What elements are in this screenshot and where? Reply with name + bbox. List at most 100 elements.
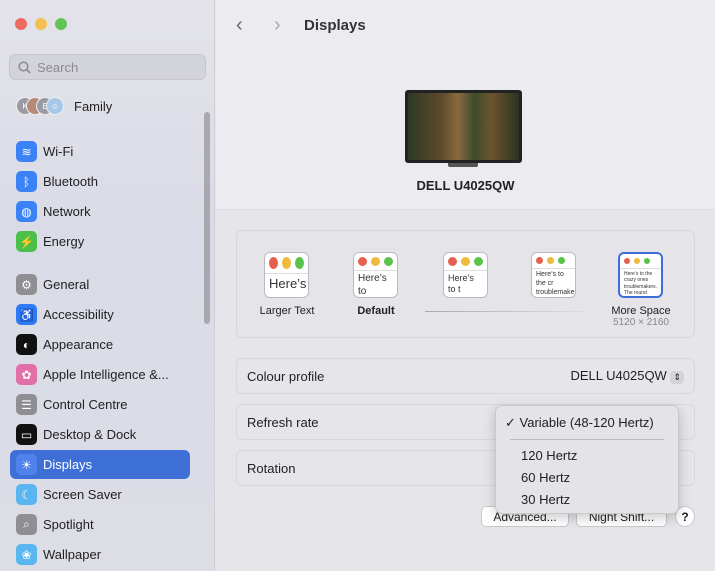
dock-icon: ▭ (16, 424, 37, 445)
sidebar-item-label: Appearance (43, 337, 114, 352)
window-controls (15, 18, 67, 30)
close-button[interactable] (15, 18, 27, 30)
resolution-label: Larger Text (242, 305, 332, 317)
apple-intelligence-icon: ✿ (16, 364, 37, 385)
gear-icon: ⚙ (16, 274, 37, 295)
page-title: Displays (304, 17, 366, 34)
sample-text: Here’s to the crazy ones troublemakers. … (624, 271, 658, 296)
menu-item-selected[interactable]: ✓ Variable (48-120 Hertz) (505, 415, 654, 431)
header-area: ‹ › Displays DELL U4025QW (216, 0, 715, 210)
colour-profile-row[interactable]: Colour profile DELL U4025QW ⇕ (236, 358, 695, 394)
screen-saver-icon: ☾ (16, 484, 37, 505)
sidebar-item-label: Spotlight (43, 517, 94, 532)
search-placeholder: Search (37, 59, 79, 75)
control-centre-icon: ☰ (16, 394, 37, 415)
rotation-label: Rotation (247, 460, 296, 476)
resolution-slider-track[interactable] (425, 311, 585, 312)
sidebar-item-screen-saver[interactable]: ☾ Screen Saver (10, 480, 190, 509)
sidebar-item-displays[interactable]: ☀ Displays (10, 450, 190, 479)
monitor-image[interactable] (405, 90, 522, 163)
menu-item[interactable]: 60 Hertz (521, 470, 570, 485)
resolution-label: Default (331, 305, 421, 317)
sample-text: Here’s to t troublema ones who (448, 273, 487, 297)
forward-button[interactable]: › (274, 14, 281, 37)
sample-text: Here’s to troublem (358, 273, 387, 297)
sidebar-item-label: Displays (43, 457, 93, 472)
sidebar-item-spotlight[interactable]: ⌕ Spotlight (10, 510, 190, 539)
resolution-label-text: Larger Text (259, 305, 315, 317)
sidebar-item-label: Control Centre (43, 397, 128, 412)
globe-icon: ◍ (16, 201, 37, 222)
sidebar-item-label: Wallpaper (43, 547, 102, 562)
sidebar: Search K E ☺ Family ≋ Wi-Fi ᛒ Bluetooth ◍ Net… (0, 0, 215, 571)
sidebar-item-label: Wi-Fi (43, 144, 74, 159)
accessibility-icon: ♿ (16, 304, 37, 325)
sample-text: Here’s to the cr troublemakers. ones who… (536, 271, 575, 296)
wifi-icon: ≋ (16, 141, 37, 162)
menu-divider (510, 439, 664, 440)
avatar: ☺ (46, 97, 64, 115)
sidebar-item-bluetooth[interactable]: ᛒ Bluetooth (10, 167, 190, 196)
sidebar-item-label: Screen Saver (43, 487, 122, 502)
sidebar-item-family[interactable]: K E ☺ Family (16, 97, 112, 115)
sidebar-item-control-centre[interactable]: ☰ Control Centre (10, 390, 190, 419)
resolution-size: 5120 × 2160 (613, 317, 669, 328)
sidebar-item-energy[interactable]: ⚡ Energy (10, 227, 190, 256)
magnifier-icon: ⌕ (16, 514, 37, 535)
colour-profile-value: DELL U4025QW (570, 368, 667, 383)
colour-profile-select[interactable]: DELL U4025QW ⇕ (570, 368, 684, 384)
sample-text: Here’s (269, 276, 307, 291)
bluetooth-icon: ᛒ (16, 171, 37, 192)
sidebar-item-desktop-dock[interactable]: ▭ Desktop & Dock (10, 420, 190, 449)
minimize-button[interactable] (35, 18, 47, 30)
menu-item[interactable]: 120 Hertz (521, 448, 577, 463)
sidebar-item-wi-fi[interactable]: ≋ Wi-Fi (10, 137, 190, 166)
sidebar-item-label: Bluetooth (43, 174, 98, 189)
menu-item[interactable]: 30 Hertz (521, 492, 570, 507)
resolution-option[interactable]: Here’s to t troublema ones who (443, 252, 488, 298)
chevron-updown-icon: ⇕ (670, 371, 684, 384)
sidebar-item-label: Network (43, 204, 91, 219)
window-dots (265, 253, 308, 274)
colour-profile-label: Colour profile (247, 368, 325, 384)
sidebar-item-accessibility[interactable]: ♿ Accessibility (10, 300, 190, 329)
resolution-label-text: More Space (611, 305, 671, 317)
monitor-stand (448, 163, 478, 167)
resolution-option[interactable]: Here’s to the cr troublemakers. ones who… (531, 252, 576, 298)
window-dots (532, 253, 575, 269)
resolution-label-text: Default (357, 305, 395, 317)
sidebar-item-wallpaper[interactable]: ❀ Wallpaper (10, 540, 190, 569)
sidebar-item-apple-intelligence[interactable]: ✿ Apple Intelligence &... (10, 360, 190, 389)
search-input[interactable]: Search (9, 54, 206, 80)
refresh-rate-label: Refresh rate (247, 414, 319, 430)
resolution-picker: Here’s Larger Text Here’s to troublem Defau… (236, 230, 695, 338)
sidebar-item-label: Apple Intelligence &... (43, 367, 169, 382)
window-dots (620, 254, 661, 269)
sun-icon: ☀ (16, 454, 37, 475)
sidebar-item-label: Accessibility (43, 307, 114, 322)
selected-option-label: Variable (48-120 Hertz) (519, 415, 654, 430)
family-label: Family (74, 98, 113, 114)
refresh-rate-menu: ✓ Variable (48-120 Hertz) 120 Hertz 60 H… (495, 405, 679, 514)
sidebar-item-appearance[interactable]: ◐ Appearance (10, 330, 190, 359)
search-icon (18, 60, 31, 74)
zoom-button[interactable] (55, 18, 67, 30)
sidebar-item-general[interactable]: ⚙ General (10, 270, 190, 299)
checkmark-icon: ✓ (505, 415, 516, 430)
sidebar-item-label: General (43, 277, 90, 292)
window-dots (354, 253, 397, 271)
sidebar-scrollbar[interactable] (204, 112, 210, 324)
resolution-option[interactable]: Here’s (264, 252, 309, 298)
resolution-label: More Space 5120 × 2160 (596, 305, 686, 328)
sidebar-item-label: Energy (43, 234, 85, 249)
resolution-option[interactable]: Here’s to troublem (353, 252, 398, 298)
bolt-icon: ⚡ (16, 231, 37, 252)
display-name: DELL U4025QW (416, 178, 515, 193)
sidebar-item-label: Desktop & Dock (43, 427, 137, 442)
sidebar-item-network[interactable]: ◍ Network (10, 197, 190, 226)
resolution-option[interactable]: Here’s to the crazy ones troublemakers. … (618, 252, 663, 298)
flower-icon: ❀ (16, 544, 37, 565)
appearance-icon: ◐ (16, 334, 37, 355)
window-dots (444, 253, 487, 271)
back-button[interactable]: ‹ (236, 14, 243, 37)
